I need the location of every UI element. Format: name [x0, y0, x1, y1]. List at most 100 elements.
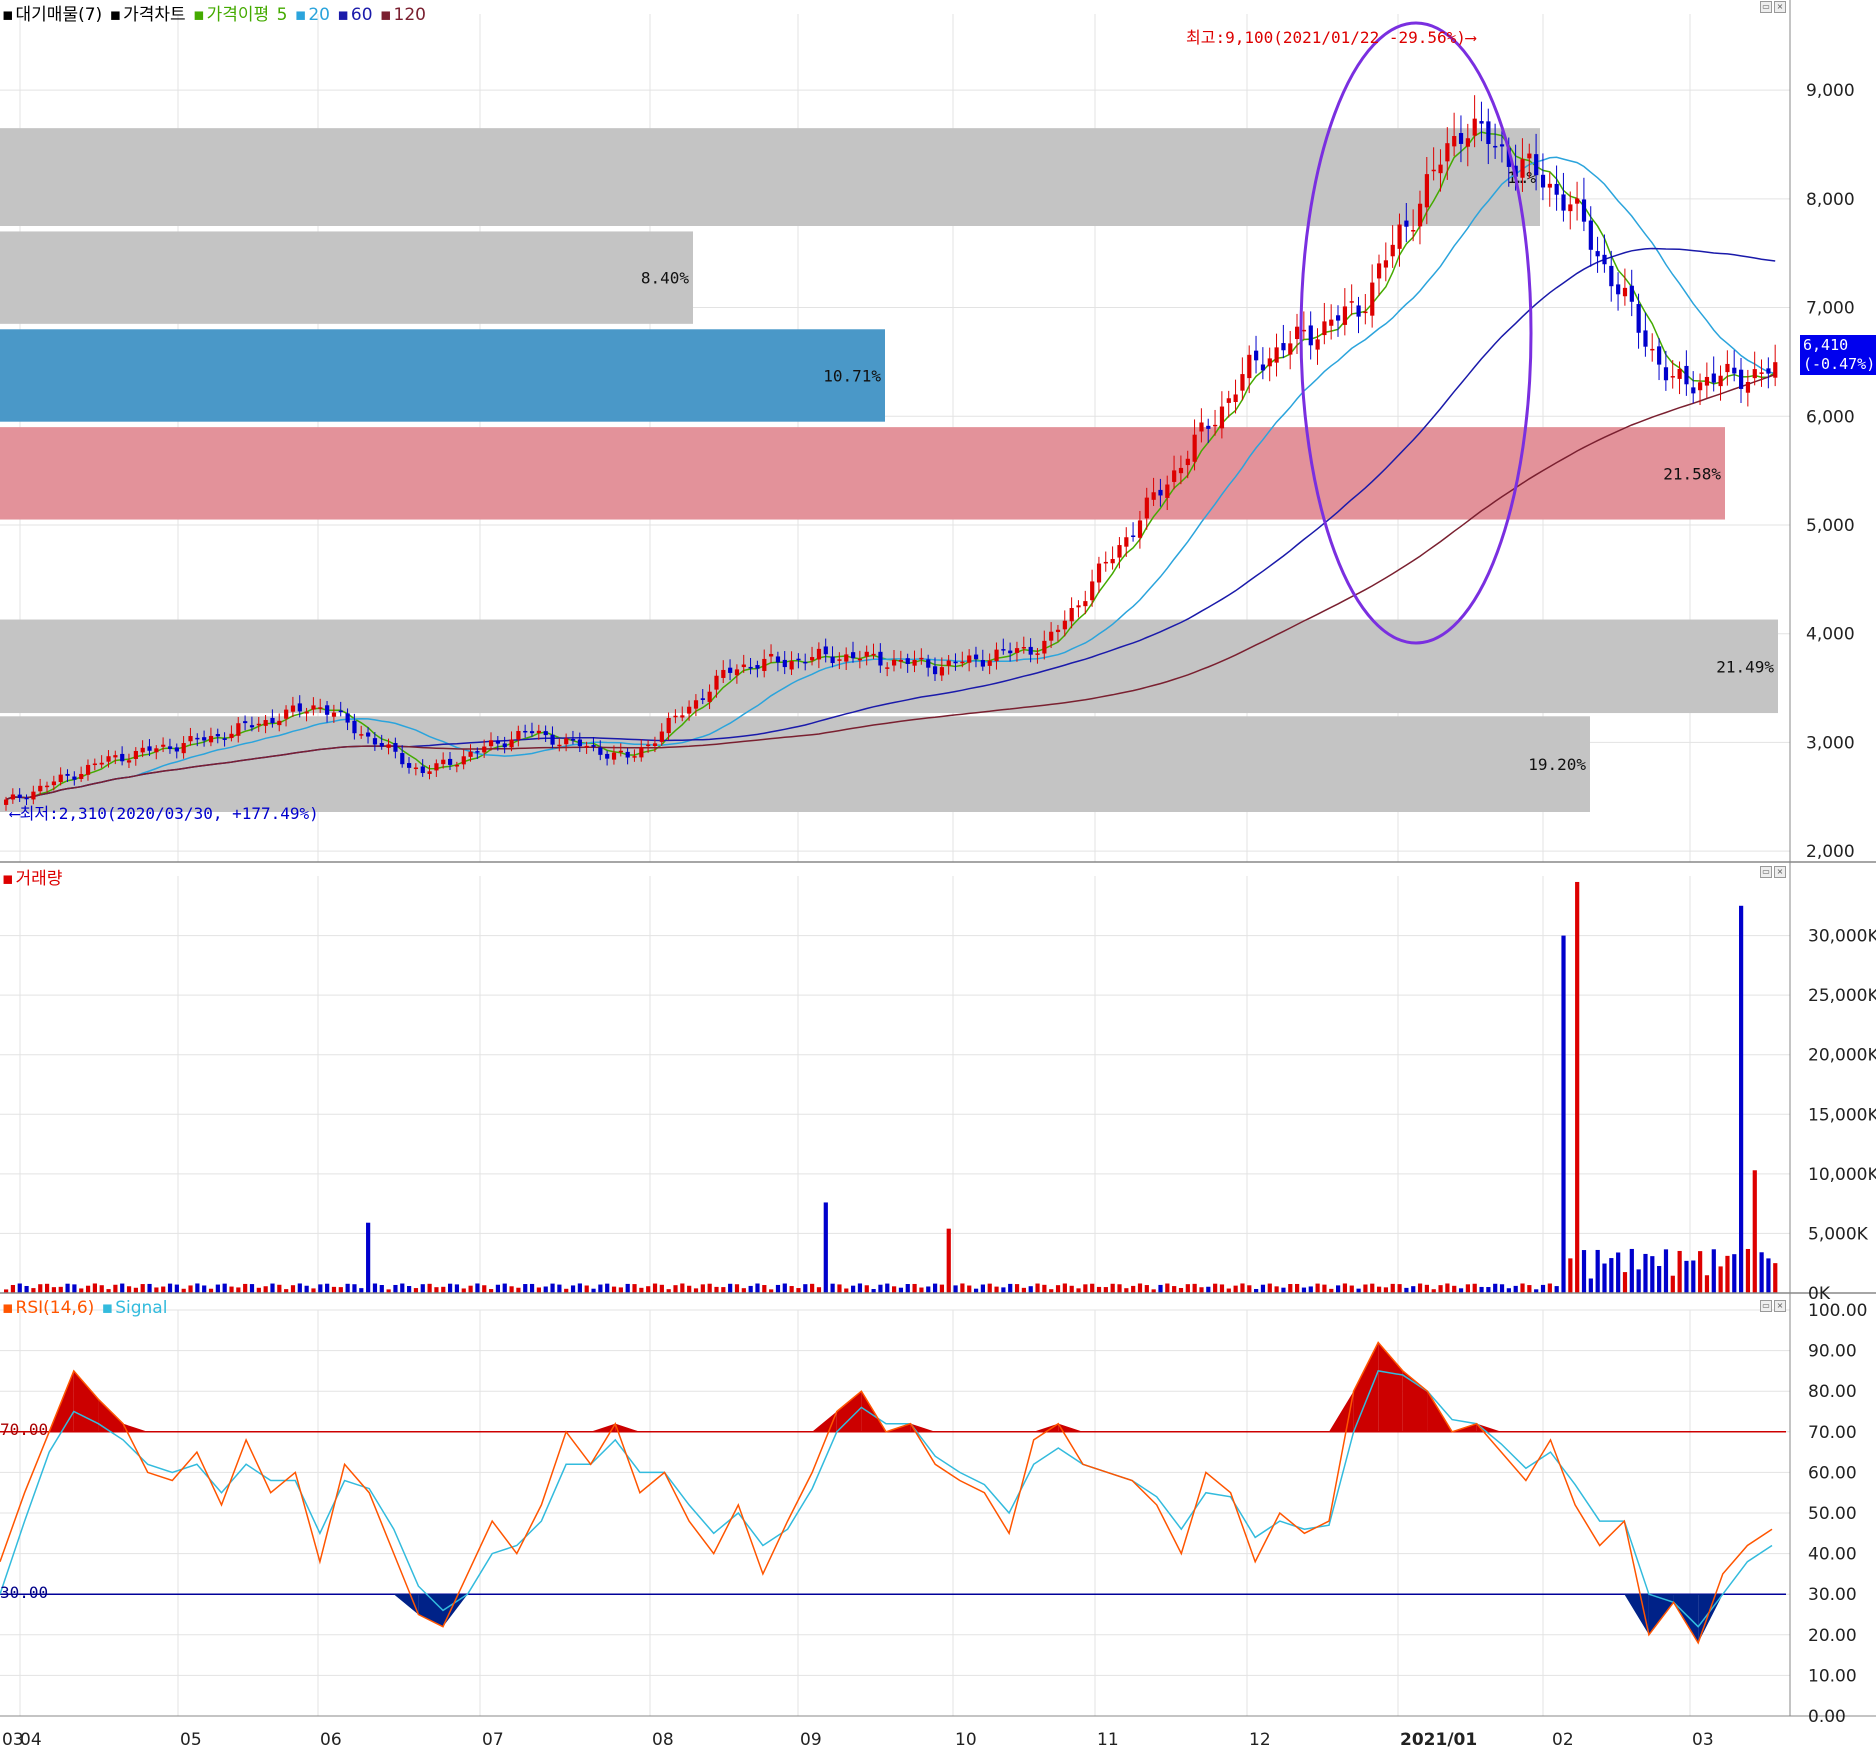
candle-body: [359, 734, 364, 736]
volume-bar: [434, 1287, 439, 1293]
candle-body: [249, 725, 255, 728]
volume-bar: [864, 1285, 869, 1293]
volume-bar: [1486, 1287, 1491, 1293]
candle-body: [263, 720, 268, 726]
volume-bar: [898, 1287, 904, 1293]
candle-body: [789, 661, 794, 670]
candle-body: [1103, 561, 1108, 564]
volume-bar: [1172, 1286, 1177, 1293]
candle-body: [448, 758, 453, 765]
volume-bar: [892, 1286, 897, 1293]
candle-body: [1206, 425, 1211, 429]
volume-bar: [1349, 1285, 1354, 1293]
candle-body: [1547, 183, 1552, 188]
candle-body: [1575, 198, 1580, 204]
candle-body: [625, 751, 630, 758]
rsi-minimize-icon[interactable]: ▭: [1760, 1300, 1772, 1312]
candle-body: [65, 773, 70, 776]
x-tick-label: 03: [1692, 1730, 1714, 1750]
candle-body: [577, 739, 582, 747]
volume-bar: [1636, 1269, 1641, 1293]
volume-bar: [775, 1284, 781, 1293]
candle-body: [646, 744, 651, 747]
volume-bar: [1602, 1263, 1607, 1293]
candle-body: [1233, 394, 1238, 403]
candle-body: [980, 659, 985, 667]
volume-bar: [1096, 1286, 1102, 1293]
candle-body: [290, 705, 296, 712]
volume-bar: [1711, 1249, 1716, 1293]
volume-close-icon[interactable]: ×: [1774, 866, 1786, 878]
candle-body: [1417, 203, 1423, 227]
volume-bar: [1616, 1252, 1621, 1293]
rsi-y-tick-label: 50.00: [1808, 1504, 1857, 1524]
rsi-lower-label: 30.00: [0, 1583, 49, 1602]
candle-body: [140, 747, 145, 753]
rsi-y-tick-label: 10.00: [1808, 1666, 1857, 1686]
rsi-y-tick-label: 60.00: [1808, 1463, 1857, 1483]
candle-body: [1254, 350, 1259, 361]
candle-body: [823, 646, 828, 655]
volume-y-tick-label: 25,000K: [1808, 986, 1876, 1006]
volume-bar: [1465, 1284, 1470, 1293]
candle-body: [666, 717, 671, 734]
volume-bar: [400, 1283, 405, 1293]
candle-body: [1629, 285, 1634, 302]
volume-bar: [372, 1283, 378, 1293]
volume-bar: [1540, 1284, 1546, 1293]
candle-body: [1684, 365, 1689, 385]
candle-body: [1356, 305, 1361, 317]
volume-bar: [65, 1283, 70, 1293]
candle-body: [181, 743, 186, 754]
candle-body: [1062, 620, 1067, 630]
candle-body: [195, 737, 200, 740]
volume-bar: [290, 1285, 296, 1293]
volume-legend: ▪ 거래량: [2, 869, 63, 889]
volume-bar: [652, 1283, 658, 1293]
volume-bar: [420, 1284, 425, 1293]
current-change: (-0.47%): [1803, 355, 1876, 373]
volume-bar: [475, 1283, 480, 1293]
candle-body: [1213, 424, 1218, 427]
supply-bar: [0, 619, 1778, 714]
volume-bar: [1499, 1284, 1505, 1293]
price-y-tick-label: 3,000: [1806, 733, 1855, 753]
volume-bar: [946, 1228, 951, 1293]
minimize-icon[interactable]: ▭: [1760, 1, 1772, 13]
volume-bar: [1199, 1287, 1204, 1293]
candle-body: [468, 751, 473, 757]
supply-bar-label: 19.20%: [1528, 755, 1586, 774]
candle-body: [372, 738, 378, 745]
volume-bar: [919, 1287, 924, 1293]
candle-body: [734, 669, 740, 676]
rsi-y-tick-label: 30.00: [1808, 1585, 1857, 1605]
volume-bar: [215, 1284, 220, 1293]
candle-body: [1691, 387, 1696, 394]
volume-bar: [1281, 1287, 1286, 1293]
volume-bar: [1090, 1283, 1095, 1293]
volume-bar: [1062, 1283, 1067, 1293]
price-y-tick-label: 4,000: [1806, 625, 1855, 645]
volume-bar: [1581, 1250, 1587, 1293]
volume-y-tick-label: 20,000K: [1808, 1046, 1876, 1066]
candle-body: [154, 748, 159, 753]
volume-bar: [1233, 1285, 1238, 1293]
candle-body: [1499, 144, 1505, 147]
candle-body: [728, 667, 733, 673]
close-icon[interactable]: ×: [1774, 1, 1786, 13]
candle-body: [1397, 224, 1402, 249]
candle-body: [755, 665, 760, 669]
volume-bar: [99, 1285, 104, 1293]
price-y-tick-label: 8,000: [1806, 190, 1855, 210]
volume-bar: [557, 1284, 562, 1293]
volume-bar: [1595, 1249, 1600, 1293]
candle-body: [1752, 369, 1757, 379]
candle-body: [748, 666, 753, 669]
candle-body: [202, 737, 207, 741]
rsi-close-icon[interactable]: ×: [1774, 1300, 1786, 1312]
candle-body: [51, 781, 57, 786]
supply-bar: [0, 329, 885, 422]
volume-minimize-icon[interactable]: ▭: [1760, 866, 1772, 878]
candle-body: [488, 740, 494, 747]
rsi-y-tick-label: 20.00: [1808, 1626, 1857, 1646]
